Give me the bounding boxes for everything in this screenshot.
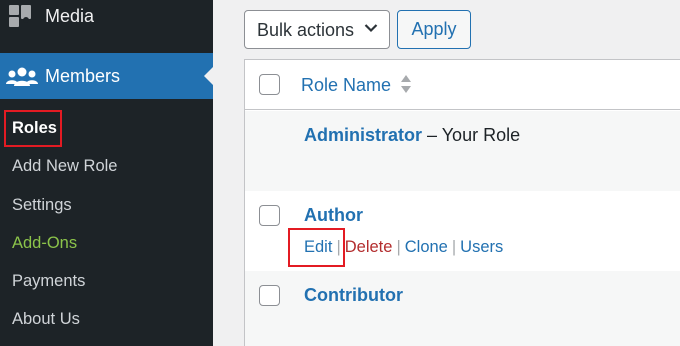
- submenu-item-add-new-role[interactable]: Add New Role: [12, 157, 117, 176]
- role-name-link[interactable]: Author: [304, 205, 363, 226]
- submenu-item-add-ons[interactable]: Add-Ons: [12, 234, 77, 253]
- table-row: Contributor: [245, 271, 680, 346]
- members-icon: [6, 67, 38, 86]
- highlight-box: [288, 228, 345, 267]
- highlight-box: [4, 110, 62, 147]
- clone-link[interactable]: Clone: [405, 238, 448, 256]
- row-checkbox[interactable]: [259, 285, 280, 306]
- role-name-link[interactable]: Contributor: [304, 285, 403, 306]
- sidebar-item-media[interactable]: Media: [0, 0, 213, 38]
- apply-button[interactable]: Apply: [397, 10, 471, 49]
- chevron-down-icon: [364, 24, 378, 33]
- role-name-link[interactable]: Administrator – Your Role: [304, 125, 520, 146]
- sidebar-item-label: Members: [45, 66, 121, 86]
- sidebar-item-label: Media: [45, 6, 95, 26]
- roles-table: Role Name Administrator – Your Role Auth…: [244, 59, 680, 346]
- row-checkbox[interactable]: [259, 205, 280, 226]
- bulk-actions-select[interactable]: Bulk actions: [244, 10, 390, 49]
- media-icon: [9, 5, 31, 27]
- column-header-role-name[interactable]: Role Name: [301, 75, 391, 96]
- submenu-item-settings[interactable]: Settings: [12, 196, 72, 215]
- submenu-item-about-us[interactable]: About Us: [12, 310, 80, 329]
- table-row: Administrator – Your Role: [245, 111, 680, 191]
- users-link[interactable]: Users: [460, 238, 503, 256]
- table-header: Role Name: [245, 60, 680, 110]
- current-menu-arrow: [204, 67, 213, 85]
- admin-sidebar: Media Members Roles Add New Role Setting…: [0, 0, 213, 346]
- delete-link[interactable]: Delete: [345, 238, 393, 256]
- main-content: Bulk actions Apply Role Name Administrat…: [213, 0, 680, 346]
- sort-icon[interactable]: [400, 73, 412, 95]
- select-all-checkbox[interactable]: [259, 74, 280, 95]
- separator: |: [451, 238, 457, 256]
- separator: |: [396, 238, 401, 256]
- sidebar-item-members[interactable]: Members: [0, 53, 213, 99]
- submenu-item-payments[interactable]: Payments: [12, 272, 85, 291]
- bulk-actions-label: Bulk actions: [257, 20, 355, 40]
- your-role-note: – Your Role: [422, 125, 521, 145]
